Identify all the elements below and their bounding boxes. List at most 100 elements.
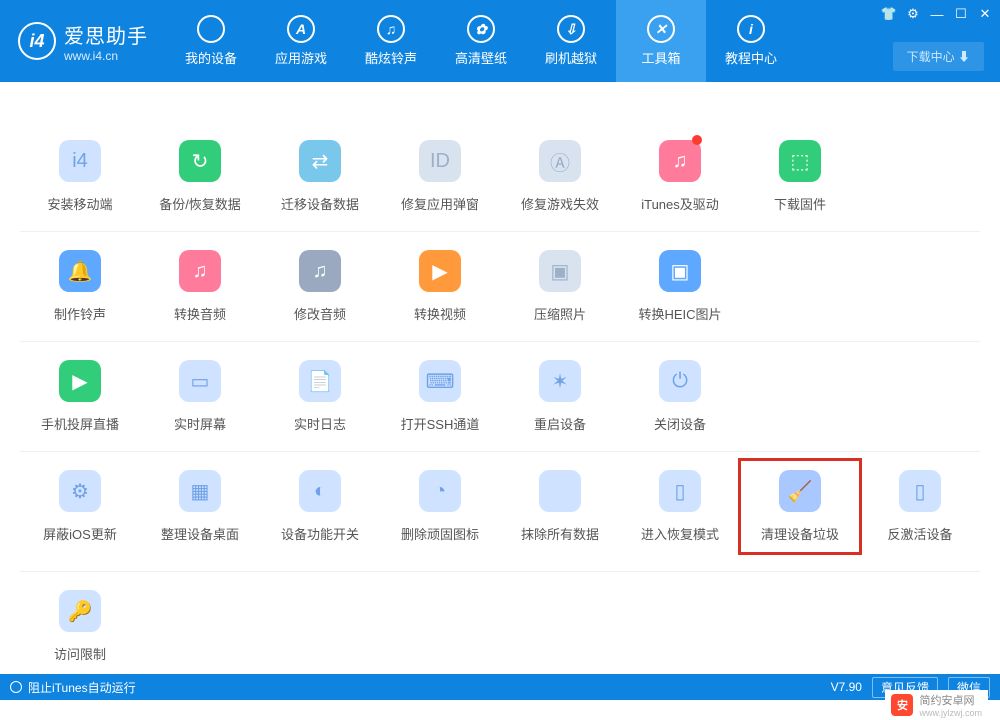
tool-item[interactable]: ▶手机投屏直播	[20, 360, 140, 433]
tool-item[interactable]: ⏻ 关闭设备	[620, 360, 740, 433]
tool-item[interactable]: ⬚下载固件	[740, 140, 860, 213]
tool-item[interactable]: ◐设备功能开关	[260, 470, 380, 553]
close-button[interactable]: ✕	[976, 6, 994, 22]
tool-icon: ▯	[659, 470, 701, 512]
tool-item[interactable]: ✶ 重启设备	[500, 360, 620, 433]
tool-icon: ▯	[899, 470, 941, 512]
tool-item[interactable]: ▯ 反激活设备	[860, 470, 980, 553]
tool-grid: i4 安装移动端 ↻备份/恢复数据⇄迁移设备数据ID修复应用弹窗Ⓐ修复游戏失效♫iT…	[0, 82, 1000, 680]
nav-item-6[interactable]: i 教程中心	[706, 0, 796, 82]
tool-label: 转换视频	[414, 304, 466, 323]
radio-icon[interactable]	[10, 681, 22, 693]
nav-icon: A	[287, 15, 315, 43]
maximize-button[interactable]: ☐	[952, 6, 970, 22]
tool-row: ▶手机投屏直播 ▭ 实时屏幕 📄 实时日志 ⌨ 打开SSH通道 ✶ 重启设备 ⏻ 关闭设备	[20, 341, 980, 451]
tool-icon: ⏻	[659, 360, 701, 402]
tool-item[interactable]: ▭ 实时屏幕	[140, 360, 260, 433]
tool-row: i4 安装移动端 ↻备份/恢复数据⇄迁移设备数据ID修复应用弹窗Ⓐ修复游戏失效♫iT…	[20, 122, 980, 231]
tool-label: 重启设备	[534, 414, 586, 433]
tool-label: 手机投屏直播	[41, 414, 119, 433]
tool-icon: ID	[419, 140, 461, 182]
watermark-brand: 简约安卓网	[919, 692, 982, 708]
tool-label: 反激活设备	[887, 524, 952, 543]
tool-item[interactable]: 🔔制作铃声	[20, 250, 140, 323]
watermark: 安 简约安卓网 www.jylzwj.com	[885, 690, 988, 720]
tool-label: 实时日志	[294, 414, 346, 433]
tool-icon: ⌨	[419, 360, 461, 402]
tool-icon: ⇄	[299, 140, 341, 182]
main-nav: 我的设备 A应用游戏♫酷炫铃声✿高清壁纸 ⇩ 刷机越狱 ✕工具箱 i 教程中心	[166, 0, 796, 82]
tool-item[interactable]: 📄 实时日志	[260, 360, 380, 433]
tool-icon: 📄	[299, 360, 341, 402]
tool-item[interactable]: ▦整理设备桌面	[140, 470, 260, 553]
status-bar: 阻止iTunes自动运行 V7.90 意见反馈 微信	[0, 674, 1000, 700]
tool-label: 打开SSH通道	[401, 414, 480, 433]
nav-item-4[interactable]: ⇩ 刷机越狱	[526, 0, 616, 82]
tool-icon: 🧹	[779, 470, 821, 512]
tool-item[interactable]: ♫修改音频	[260, 250, 380, 323]
version-label: V7.90	[831, 680, 862, 694]
settings-icon[interactable]: ⚙	[904, 6, 922, 22]
tool-item[interactable]: 🔑访问限制	[20, 590, 140, 663]
nav-label: 工具箱	[641, 48, 680, 67]
tool-label: 下载固件	[774, 194, 826, 213]
tool-row: 🔑访问限制	[20, 571, 980, 680]
logo-text: 爱思助手 www.i4.cn	[64, 20, 148, 63]
tool-item[interactable]: ID修复应用弹窗	[380, 140, 500, 213]
download-center-button[interactable]: 下载中心 ⬇	[893, 42, 984, 71]
tool-item[interactable]: ◔删除顽固图标	[380, 470, 500, 553]
tool-item[interactable]: ♫ 转换音频	[140, 250, 260, 323]
nav-label: 教程中心	[725, 48, 777, 67]
tool-item[interactable]: ▣ 转换HEIC图片	[620, 250, 740, 323]
tool-item[interactable]: ▶ 转换视频	[380, 250, 500, 323]
notification-dot-icon	[692, 135, 702, 145]
tool-label: 设备功能开关	[281, 524, 359, 543]
tool-icon	[539, 470, 581, 512]
tool-icon: ▣	[539, 250, 581, 292]
tool-item[interactable]: ▯ 进入恢复模式	[620, 470, 740, 553]
tool-item[interactable]: ♫iTunes及驱动	[620, 140, 740, 213]
nav-item-2[interactable]: ♫酷炫铃声	[346, 0, 436, 82]
tool-label: 进入恢复模式	[641, 524, 719, 543]
tool-icon: 🔔	[59, 250, 101, 292]
tool-item[interactable]: 抹除所有数据	[500, 470, 620, 553]
tool-icon: ▣	[659, 250, 701, 292]
nav-item-5[interactable]: ✕工具箱	[616, 0, 706, 82]
tool-item[interactable]: Ⓐ修复游戏失效	[500, 140, 620, 213]
tool-label: 转换HEIC图片	[638, 304, 721, 323]
nav-icon: ⇩	[557, 15, 585, 43]
tool-item[interactable]: i4 安装移动端	[20, 140, 140, 213]
logo-block: i4 爱思助手 www.i4.cn	[0, 0, 166, 82]
tool-icon: ✶	[539, 360, 581, 402]
tool-label: 实时屏幕	[174, 414, 226, 433]
tool-icon: ▭	[179, 360, 221, 402]
tool-item[interactable]: 🧹 清理设备垃圾	[740, 460, 860, 553]
tool-label: 屏蔽iOS更新	[43, 524, 117, 543]
nav-label: 刷机越狱	[545, 48, 597, 67]
app-title: 爱思助手	[64, 20, 148, 49]
tool-label: 访问限制	[54, 644, 106, 663]
watermark-icon: 安	[891, 694, 913, 716]
tool-label: 安装移动端	[47, 194, 112, 213]
tool-item[interactable]: ▣压缩照片	[500, 250, 620, 323]
nav-item-3[interactable]: ✿高清壁纸	[436, 0, 526, 82]
tool-item[interactable]: ⇄迁移设备数据	[260, 140, 380, 213]
tool-item[interactable]: ↻备份/恢复数据	[140, 140, 260, 213]
tool-icon: ◔	[419, 470, 461, 512]
tool-item[interactable]: ⌨ 打开SSH通道	[380, 360, 500, 433]
tool-icon: ▶	[419, 250, 461, 292]
nav-item-1[interactable]: A应用游戏	[256, 0, 346, 82]
tool-label: 关闭设备	[654, 414, 706, 433]
skin-icon[interactable]: 👕	[880, 6, 898, 22]
nav-item-0[interactable]: 我的设备	[166, 0, 256, 82]
nav-icon: i	[737, 15, 765, 43]
tool-icon: ♫	[179, 250, 221, 292]
nav-label: 我的设备	[185, 48, 237, 67]
tool-icon: i4	[59, 140, 101, 182]
app-header: i4 爱思助手 www.i4.cn 我的设备 A应用游戏♫酷炫铃声✿高清壁纸 ⇩ 刷机…	[0, 0, 1000, 82]
block-itunes-label[interactable]: 阻止iTunes自动运行	[28, 679, 136, 696]
tool-label: 转换音频	[174, 304, 226, 323]
tool-label: 清理设备垃圾	[761, 524, 839, 543]
minimize-button[interactable]: —	[928, 6, 946, 22]
tool-item[interactable]: ⚙屏蔽iOS更新	[20, 470, 140, 553]
